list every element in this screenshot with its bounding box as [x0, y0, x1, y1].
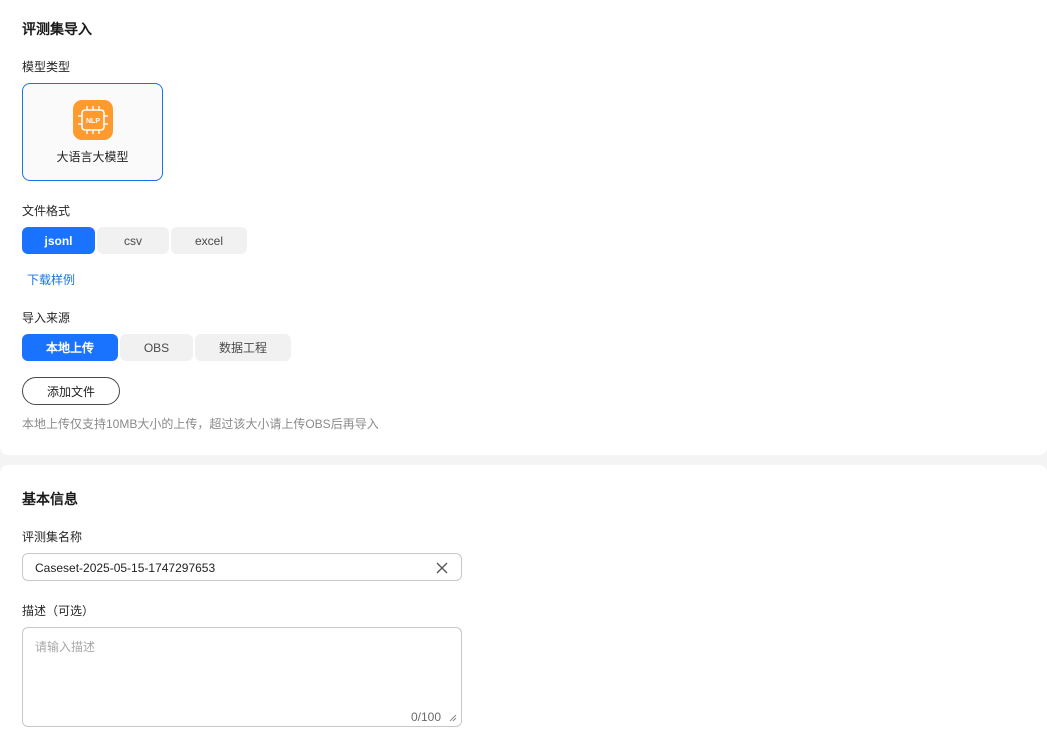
source-option-local[interactable]: 本地上传: [22, 334, 118, 361]
basic-info-card: 基本信息 评测集名称 Caseset-2025-05-15-1747297653…: [0, 465, 1047, 729]
caseset-name-input[interactable]: Caseset-2025-05-15-1747297653: [22, 553, 462, 581]
resize-handle-icon[interactable]: [448, 713, 457, 722]
source-option-obs[interactable]: OBS: [120, 334, 193, 361]
add-file-button[interactable]: 添加文件: [22, 377, 120, 405]
model-type-label-llm: 大语言大模型: [56, 150, 129, 164]
upload-size-hint: 本地上传仅支持10MB大小的上传，超过该大小请上传OBS后再导入: [22, 417, 379, 431]
nlp-icon-text: NLP: [86, 118, 100, 125]
clear-icon[interactable]: [435, 561, 449, 575]
import-section-title: 评测集导入: [22, 21, 92, 37]
import-card: 评测集导入 模型类型 NLP 大语言大模型 文件格式 jsonl csv exc…: [0, 0, 1047, 455]
file-format-label: 文件格式: [22, 204, 71, 218]
format-option-excel[interactable]: excel: [171, 227, 247, 254]
nlp-chip-icon: NLP: [73, 100, 113, 140]
basic-section-title: 基本信息: [22, 491, 78, 507]
description-char-counter: 0/100: [410, 710, 441, 724]
description-label: 描述（可选）: [22, 604, 95, 618]
caseset-name-label: 评测集名称: [22, 530, 83, 544]
description-placeholder: 请输入描述: [35, 640, 96, 654]
model-type-card-llm[interactable]: NLP 大语言大模型: [22, 83, 163, 181]
model-type-label: 模型类型: [22, 60, 71, 74]
source-option-data-engineering[interactable]: 数据工程: [195, 334, 291, 361]
download-sample-link[interactable]: 下载样例: [27, 271, 75, 288]
import-source-label: 导入来源: [22, 311, 71, 325]
caseset-name-value: Caseset-2025-05-15-1747297653: [35, 561, 216, 575]
description-textarea[interactable]: 请输入描述 0/100: [22, 627, 462, 727]
format-option-csv[interactable]: csv: [97, 227, 169, 254]
format-option-jsonl[interactable]: jsonl: [22, 227, 95, 254]
